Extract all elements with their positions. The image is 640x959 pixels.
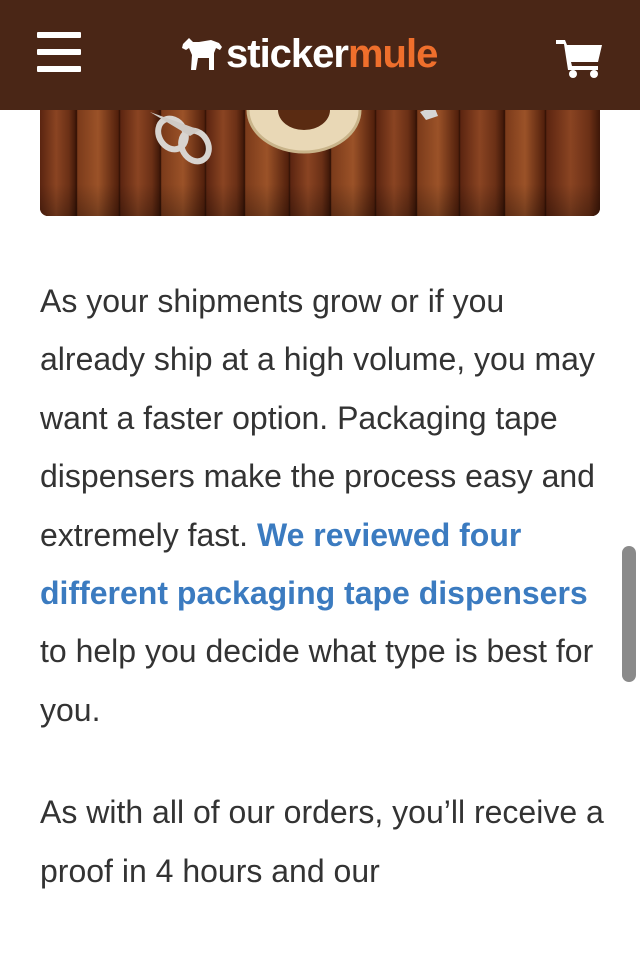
article-body: As your shipments grow or if you already… bbox=[40, 272, 605, 900]
article-paragraph: As with all of our orders, you’ll receiv… bbox=[40, 783, 605, 900]
shopping-cart-icon[interactable] bbox=[556, 36, 604, 78]
paragraph-text: to help you decide what type is best for… bbox=[40, 633, 594, 728]
logo-wordmark: stickermule bbox=[226, 30, 438, 78]
logo-text-mule: mule bbox=[347, 32, 438, 76]
article-paragraph: As your shipments grow or if you already… bbox=[40, 272, 605, 739]
vertical-scrollbar[interactable] bbox=[622, 546, 636, 682]
hamburger-menu-icon[interactable] bbox=[37, 32, 81, 72]
sticker-mule-logo[interactable]: stickermule bbox=[180, 30, 438, 78]
paragraph-text: As with all of our orders, you’ll receiv… bbox=[40, 794, 604, 889]
mule-icon bbox=[182, 38, 222, 70]
paragraph-text: As your shipments grow or if you already… bbox=[40, 283, 595, 553]
site-header: stickermule bbox=[0, 0, 640, 110]
logo-text-sticker: sticker bbox=[226, 32, 349, 76]
